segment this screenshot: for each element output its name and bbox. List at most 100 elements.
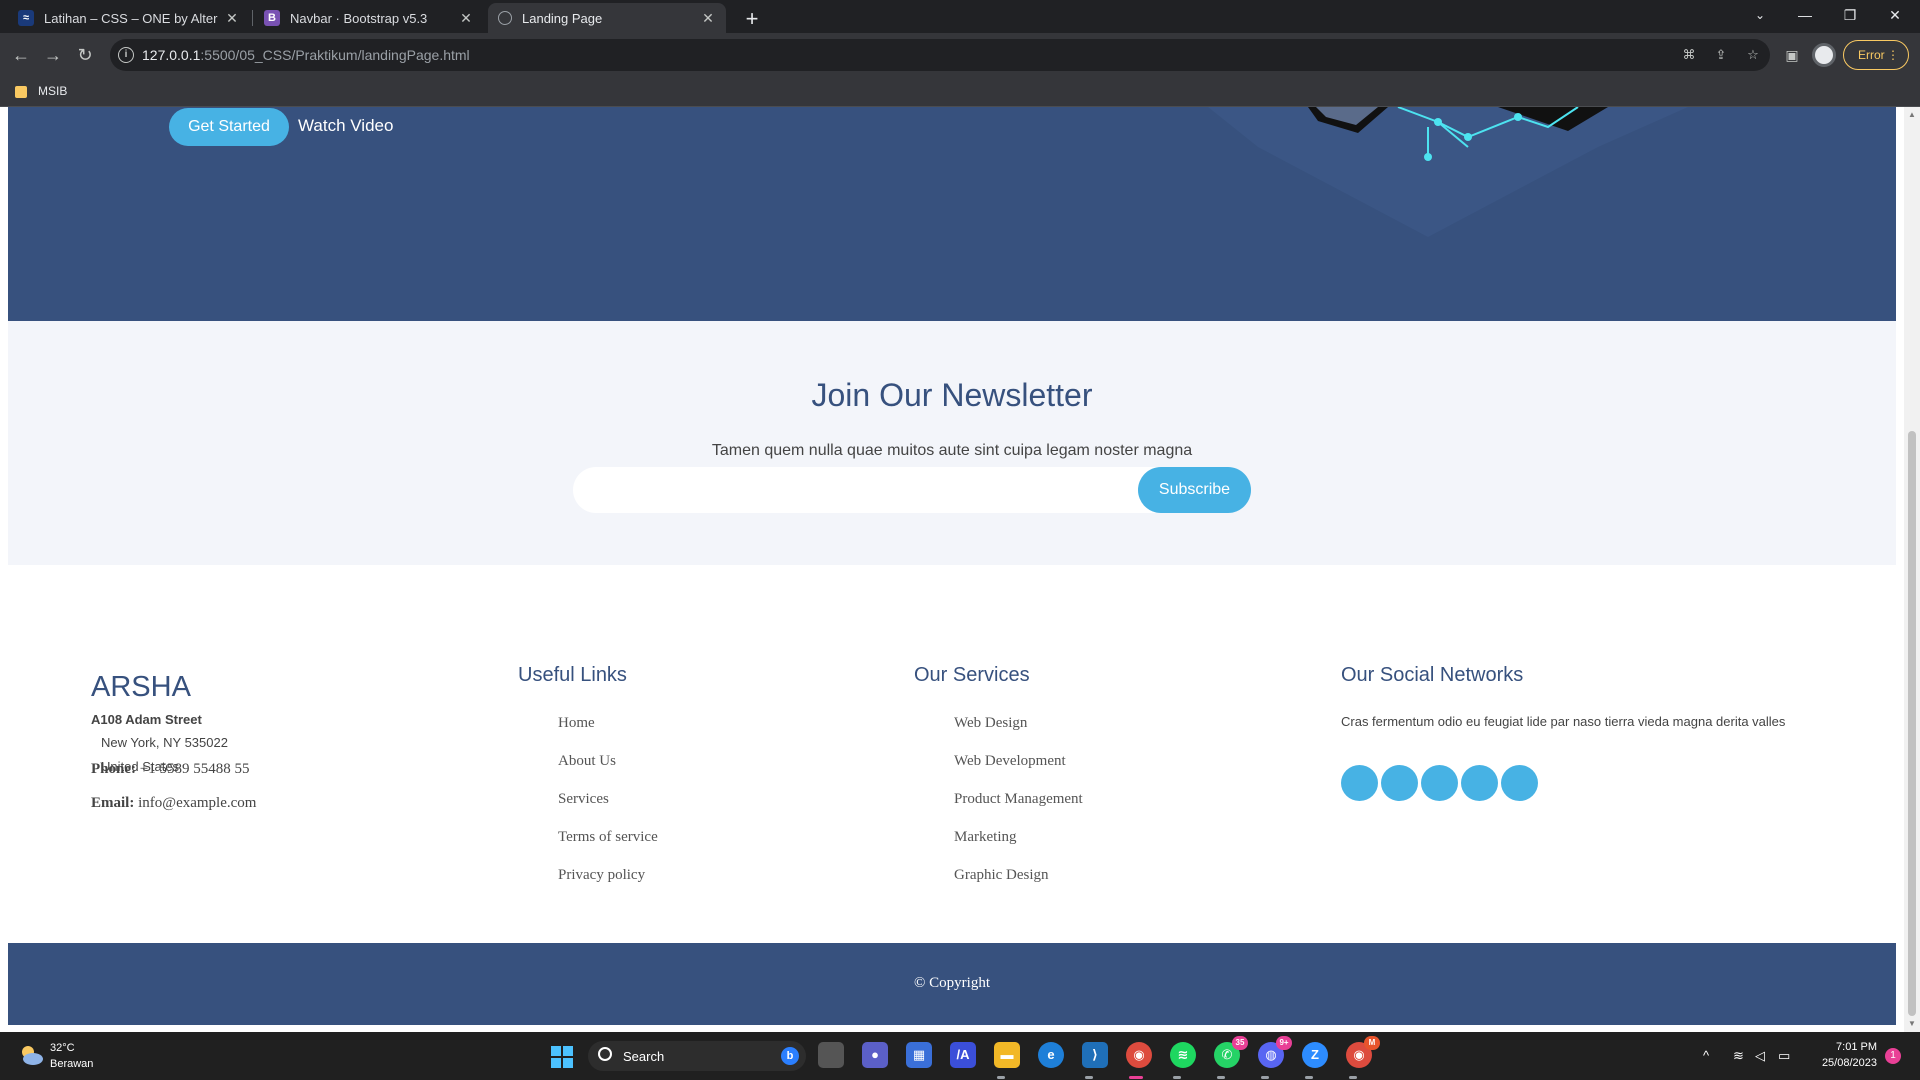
hero-illustration xyxy=(1208,107,1688,237)
site-info-icon[interactable]: i xyxy=(118,47,134,63)
address-bar[interactable]: i 127.0.0.1:5500/05_CSS/Praktikum/landin… xyxy=(110,39,1770,71)
footer-link-terms[interactable]: Terms of service xyxy=(558,829,658,846)
profile-error-button[interactable]: Error ⋮ xyxy=(1843,40,1909,70)
notification-badge[interactable]: 1 xyxy=(1885,1048,1901,1064)
social-link-4[interactable] xyxy=(1461,765,1498,801)
running-indicator xyxy=(1305,1076,1313,1079)
get-started-button[interactable]: Get Started xyxy=(169,108,289,146)
search-icon xyxy=(598,1047,612,1061)
social-link-2[interactable] xyxy=(1381,765,1418,801)
cloudy-weather-icon[interactable] xyxy=(18,1044,44,1066)
windows-taskbar: 32°C Berawan Search b ● ▦ /A ▬ e ⟩ ◉ ≋ ✆… xyxy=(0,1032,1920,1080)
alterra-favicon-icon: ≈ xyxy=(18,10,34,26)
globe-icon xyxy=(498,11,512,25)
new-tab-button[interactable]: + xyxy=(738,5,766,33)
footer-phone: Phone: +1 5589 55488 55 xyxy=(91,761,249,778)
tab-title: Navbar · Bootstrap v5.3 xyxy=(290,10,428,26)
tab-latihan-css[interactable]: ≈ Latihan – CSS – ONE by Alterra A ✕ xyxy=(8,3,250,33)
hero-section: Get Started Watch Video xyxy=(8,107,1896,321)
tab-navbar-bootstrap[interactable]: B Navbar · Bootstrap v5.3 ✕ xyxy=(254,3,484,33)
footer-link-home[interactable]: Home xyxy=(558,715,595,732)
minimize-button[interactable]: — xyxy=(1785,0,1825,30)
chrome-icon[interactable]: ◉ xyxy=(1126,1042,1152,1068)
whatsapp-icon[interactable]: ✆ 35 xyxy=(1214,1036,1248,1068)
social-link-1[interactable] xyxy=(1341,765,1378,801)
newsletter-subtitle: Tamen quem nulla quae muitos aute sint c… xyxy=(711,442,1193,459)
footer-brand: ARSHA xyxy=(91,671,191,703)
newsletter-title: Join Our Newsletter xyxy=(811,377,1093,413)
battery-icon[interactable]: ▭ xyxy=(1778,1048,1790,1064)
bookmark-star-icon[interactable]: ☆ xyxy=(1744,46,1762,64)
subscribe-button[interactable]: Subscribe xyxy=(1138,467,1251,513)
social-link-3[interactable] xyxy=(1421,765,1458,801)
tab-separator xyxy=(252,10,253,26)
scrollbar-thumb[interactable] xyxy=(1908,431,1916,1016)
reload-icon[interactable]: ↻ xyxy=(70,40,100,70)
side-panel-icon[interactable]: ▣ xyxy=(1782,45,1802,65)
footer-link-about[interactable]: About Us xyxy=(558,753,616,770)
kebab-menu-icon[interactable]: ⋮ xyxy=(1887,41,1899,69)
share-icon[interactable]: ⇪ xyxy=(1712,46,1730,64)
edge-browser-icon[interactable]: e xyxy=(1038,1042,1064,1068)
close-tab-icon[interactable]: ✕ xyxy=(224,10,240,27)
bookmarks-bar: MSIB xyxy=(0,77,1920,107)
scroll-down-arrow-icon[interactable]: ▼ xyxy=(1904,1016,1920,1032)
microsoft-store-icon[interactable]: ▦ xyxy=(906,1042,932,1068)
taskbar-search[interactable]: Search b xyxy=(588,1041,806,1071)
close-window-button[interactable]: ✕ xyxy=(1875,0,1915,30)
file-explorer-icon[interactable]: ▬ xyxy=(994,1042,1020,1068)
clock-date[interactable]: 25/08/2023 xyxy=(1812,1057,1877,1069)
task-view-icon[interactable] xyxy=(818,1042,844,1068)
social-link-5[interactable] xyxy=(1501,765,1538,801)
browser-tab-bar: ≈ Latihan – CSS – ONE by Alterra A ✕ B N… xyxy=(0,0,1920,33)
bing-icon[interactable]: b xyxy=(781,1047,799,1065)
service-link-graphic-design[interactable]: Graphic Design xyxy=(954,867,1049,884)
service-link-web-design[interactable]: Web Design xyxy=(954,715,1027,732)
running-indicator xyxy=(1129,1076,1143,1079)
phone-value: +1 5589 55488 55 xyxy=(139,761,250,777)
back-arrow-icon[interactable]: ← xyxy=(6,40,36,70)
close-tab-icon[interactable]: ✕ xyxy=(700,10,716,27)
close-tab-icon[interactable]: ✕ xyxy=(458,10,474,27)
teams-meet-icon[interactable]: ● xyxy=(862,1042,888,1068)
service-link-product-management[interactable]: Product Management xyxy=(954,791,1083,808)
volume-icon[interactable]: ◁ xyxy=(1755,1048,1765,1064)
app-icon[interactable]: /A xyxy=(950,1042,976,1068)
forward-arrow-icon[interactable]: → xyxy=(38,40,68,70)
url-path: :5500/05_CSS/Praktikum/landingPage.html xyxy=(200,47,470,63)
weather-temperature[interactable]: 32°C xyxy=(50,1042,75,1054)
tab-search-chevron-icon[interactable]: ⌄ xyxy=(1740,0,1780,30)
url-text[interactable]: 127.0.0.1:5500/05_CSS/Praktikum/landingP… xyxy=(142,47,470,63)
footer-link-privacy[interactable]: Privacy policy xyxy=(558,867,645,884)
chrome-profile-icon[interactable]: ◉ M xyxy=(1346,1036,1380,1068)
newsletter-email-input[interactable] xyxy=(589,467,1129,513)
zoom-icon[interactable]: Z xyxy=(1302,1042,1328,1068)
spotify-icon[interactable]: ≋ xyxy=(1170,1042,1196,1068)
footer-email: Email: info@example.com xyxy=(91,795,256,812)
url-host: 127.0.0.1 xyxy=(142,47,201,63)
tray-chevron-up-icon[interactable]: ^ xyxy=(1703,1048,1709,1063)
running-indicator xyxy=(1173,1076,1181,1079)
service-link-web-development[interactable]: Web Development xyxy=(954,753,1066,770)
weather-description[interactable]: Berawan xyxy=(50,1058,93,1070)
folder-icon xyxy=(15,86,27,98)
page-scrollbar[interactable]: ▲ ▼ xyxy=(1904,107,1920,1032)
service-link-marketing[interactable]: Marketing xyxy=(954,829,1016,846)
running-indicator xyxy=(1261,1076,1269,1079)
footer-link-services[interactable]: Services xyxy=(558,791,609,808)
wifi-icon[interactable]: ≋ xyxy=(1733,1048,1744,1064)
discord-icon[interactable]: ◍ 9+ xyxy=(1258,1036,1292,1068)
profile-avatar[interactable] xyxy=(1812,43,1836,67)
watch-video-link[interactable]: Watch Video xyxy=(298,116,393,136)
newsletter-section: Join Our Newsletter Tamen quem nulla qua… xyxy=(8,321,1896,565)
bookmark-folder-msib[interactable]: MSIB xyxy=(38,84,67,98)
tab-landing-page[interactable]: Landing Page ✕ xyxy=(488,3,726,33)
windows-start-icon[interactable] xyxy=(551,1046,573,1068)
scroll-up-arrow-icon[interactable]: ▲ xyxy=(1904,107,1920,123)
vscode-icon[interactable]: ⟩ xyxy=(1082,1042,1108,1068)
restore-button[interactable]: ❐ xyxy=(1830,0,1870,30)
chrome-profile-badge: M xyxy=(1364,1036,1380,1050)
translate-icon[interactable]: ⌘ xyxy=(1680,46,1698,64)
clock-time[interactable]: 7:01 PM xyxy=(1832,1041,1877,1053)
copyright-text: © Copyright xyxy=(914,975,990,991)
